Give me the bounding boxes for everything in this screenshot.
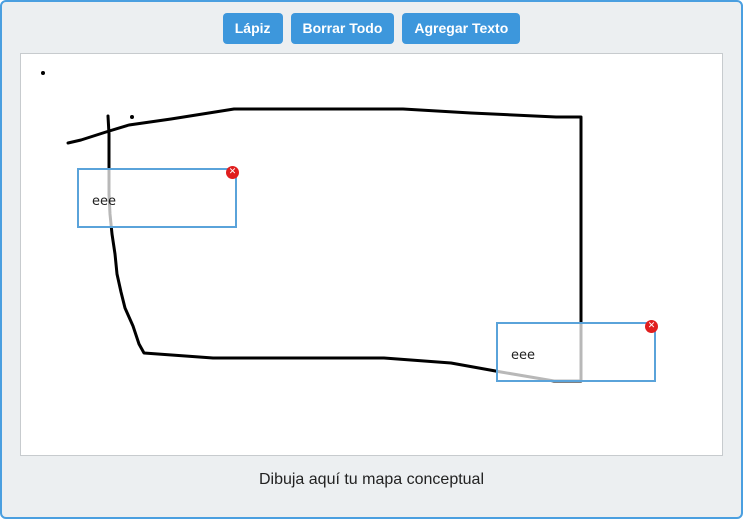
pencil-button[interactable]: Lápiz xyxy=(222,13,283,44)
close-icon[interactable]: ✕ xyxy=(226,166,239,179)
text-box-content[interactable]: eee xyxy=(92,194,116,209)
drawing-layer xyxy=(41,71,583,383)
canvas-caption: Dibuja aquí tu mapa conceptual xyxy=(258,471,485,488)
text-box[interactable]: eee ✕ xyxy=(77,166,239,228)
toolbar: Lápiz Borrar Todo Agregar Texto xyxy=(2,13,741,44)
drawing-canvas[interactable]: eee ✕ eee ✕ xyxy=(20,53,723,456)
ink-dot xyxy=(41,71,45,75)
app-frame: Lápiz Borrar Todo Agregar Texto eee ✕ ee… xyxy=(0,0,743,519)
add-text-button[interactable]: Agregar Texto xyxy=(402,13,521,44)
ink-dot xyxy=(130,115,134,119)
text-box[interactable]: eee ✕ xyxy=(496,320,658,382)
close-icon[interactable]: ✕ xyxy=(645,320,658,333)
clear-all-button[interactable]: Borrar Todo xyxy=(290,13,395,44)
text-box-content[interactable]: eee xyxy=(511,348,535,363)
